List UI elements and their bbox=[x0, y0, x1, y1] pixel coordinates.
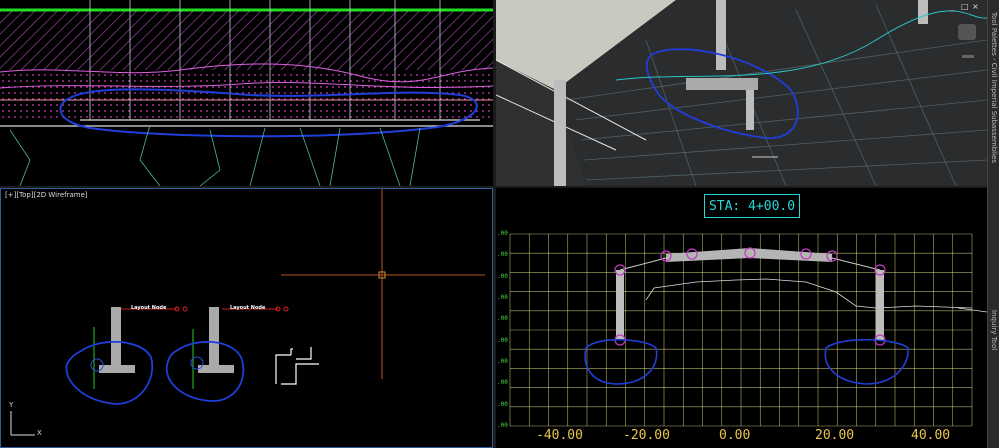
3d-model-drawing bbox=[496, 0, 987, 186]
viewcube-icon[interactable] bbox=[958, 24, 976, 40]
y-tick-label: .00 bbox=[497, 251, 508, 259]
plan-view-drawing bbox=[10, 189, 485, 436]
y-tick-label: .00 bbox=[497, 315, 508, 323]
restore-button[interactable]: □ bbox=[961, 2, 969, 11]
y-tick-label: .00 bbox=[497, 336, 508, 344]
layout-node-label: Layout Node bbox=[230, 305, 266, 311]
y-tick-label: .00 bbox=[497, 358, 508, 365]
right-column bbox=[876, 270, 884, 340]
close-button[interactable]: × bbox=[972, 2, 979, 11]
layout-node-label: Layout Node bbox=[131, 305, 167, 311]
y-tick-label: .00 bbox=[497, 400, 508, 408]
section-chart bbox=[509, 233, 987, 427]
minimize-button[interactable]: _ bbox=[950, 2, 954, 11]
y-tick-label: .00 bbox=[497, 230, 508, 237]
left-footing-outline bbox=[584, 338, 658, 385]
x-tick-label: 40.00 bbox=[911, 428, 951, 443]
right-footing-outline bbox=[824, 338, 909, 385]
ucs-y-label: Y bbox=[9, 401, 14, 409]
navigation-bar-icon[interactable] bbox=[962, 55, 974, 58]
x-tick-label: -40.00 bbox=[536, 428, 583, 443]
y-tick-label: .00 bbox=[497, 379, 508, 387]
viewport-3d-view[interactable]: _ □ × bbox=[496, 0, 987, 186]
x-tick-label: 0.00 bbox=[719, 428, 751, 443]
ucs-icon bbox=[10, 411, 35, 436]
extension-line bbox=[957, 307, 987, 313]
inquiry-tool-label[interactable]: Inquiry Tool bbox=[990, 310, 998, 350]
tool-palette-strip[interactable]: Tool Palettes - Civil Imperial Subassemb… bbox=[987, 0, 999, 448]
y-tick-label: .00 bbox=[497, 294, 508, 301]
y-tick-label: .00 bbox=[497, 272, 508, 280]
existing-ground-line bbox=[645, 278, 973, 309]
ucs-x-label: X bbox=[37, 429, 42, 437]
viewport-section-view[interactable] bbox=[0, 0, 493, 186]
tool-palettes-label[interactable]: Tool Palettes - Civil Imperial Subassemb… bbox=[990, 12, 998, 163]
x-tick-label: -20.00 bbox=[623, 428, 670, 443]
viewport-top-wireframe[interactable]: [+][Top][2D Wireframe] Layout Node Layou… bbox=[0, 188, 493, 448]
left-column bbox=[616, 270, 624, 340]
y-tick-label: .00 bbox=[497, 422, 508, 429]
viewport-cross-section[interactable]: STA: 4+00.0 .00.00.00.00.00.00.00.00.00.… bbox=[496, 188, 987, 448]
section-profile-drawing bbox=[0, 0, 493, 186]
x-tick-label: 20.00 bbox=[815, 428, 855, 443]
deck-slab bbox=[666, 248, 832, 262]
